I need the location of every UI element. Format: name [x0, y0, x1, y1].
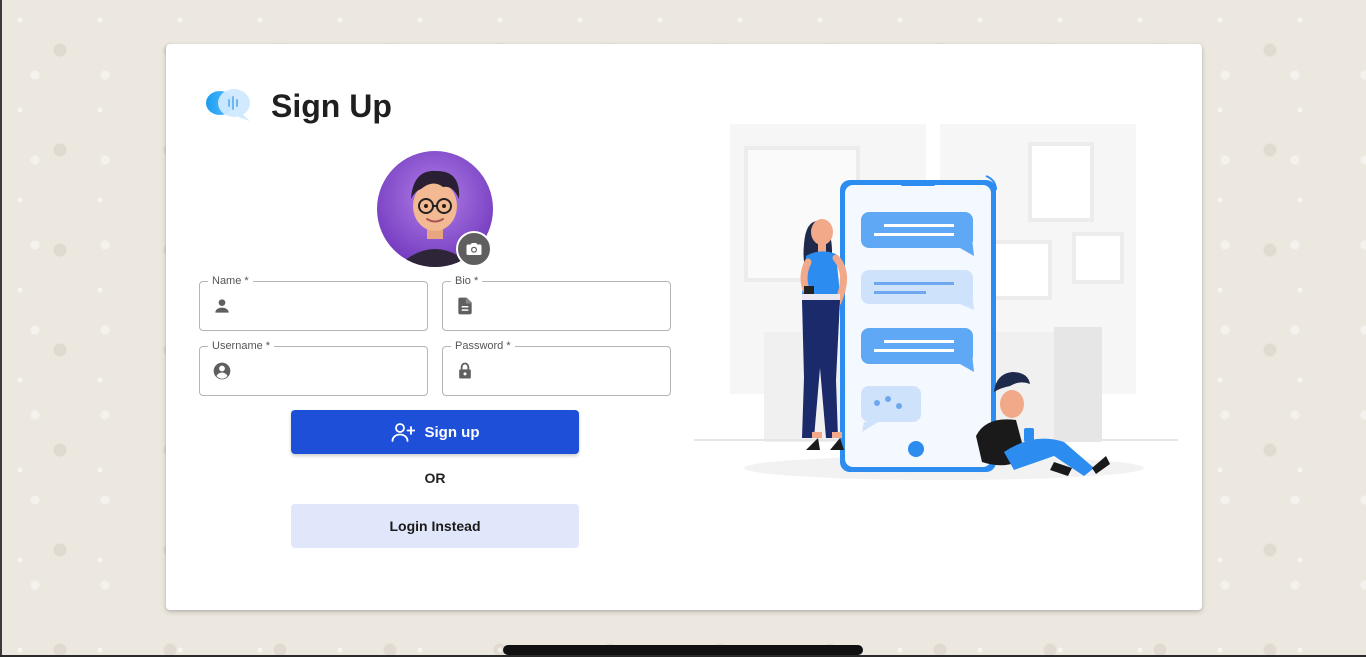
password-label: Password * [451, 339, 515, 353]
person-icon [215, 299, 229, 313]
username-input[interactable] [242, 357, 417, 385]
page-title: Sign Up [271, 88, 392, 124]
bio-field[interactable]: Bio * [442, 274, 671, 331]
chat-bubbles-logo-icon [206, 89, 250, 121]
avatar-upload[interactable] [377, 151, 493, 267]
home-indicator [503, 645, 863, 655]
login-instead-button[interactable]: Login Instead [291, 504, 579, 548]
name-input[interactable] [242, 292, 417, 320]
password-field[interactable]: Password * [442, 339, 671, 396]
camera-button[interactable] [456, 231, 492, 267]
signup-button-label: Sign up [424, 423, 480, 441]
window-left-edge [0, 0, 2, 657]
password-input[interactable] [485, 357, 660, 385]
document-icon [458, 297, 472, 315]
lock-icon [459, 362, 471, 379]
camera-icon [466, 243, 482, 255]
chat-illustration [694, 124, 1178, 480]
username-label: Username * [208, 339, 275, 353]
person-add-icon [391, 423, 415, 442]
name-field[interactable]: Name * [199, 274, 428, 331]
signup-button[interactable]: Sign up [291, 410, 579, 454]
account-circle-icon [213, 362, 231, 380]
signup-card: Sign Up Name * Bio * Username * Password… [166, 44, 1202, 610]
username-field[interactable]: Username * [199, 339, 428, 396]
or-divider: OR [424, 470, 446, 486]
name-label: Name * [208, 274, 253, 288]
bio-label: Bio * [451, 274, 483, 288]
bio-input[interactable] [485, 292, 660, 320]
